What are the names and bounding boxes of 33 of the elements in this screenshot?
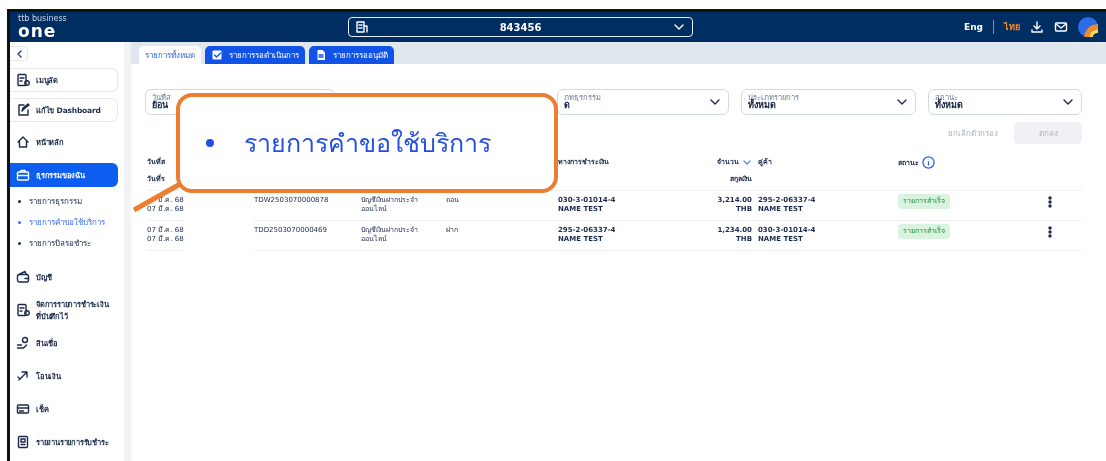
menu-icon bbox=[16, 135, 30, 149]
tab[interactable]: รายการทั้งหมด bbox=[139, 46, 201, 64]
avatar[interactable] bbox=[1078, 17, 1098, 37]
document-icon bbox=[315, 49, 327, 61]
tab[interactable]: รายการรอดำเนินการ bbox=[205, 46, 305, 64]
menu-icon bbox=[16, 73, 30, 87]
callout-text: รายการคำขอใช้บริการ bbox=[244, 128, 491, 160]
download-icon bbox=[1030, 20, 1044, 34]
menu-icon bbox=[16, 336, 30, 350]
mail-icon bbox=[1054, 20, 1068, 34]
account-dropdown[interactable]: 843456 bbox=[348, 17, 693, 37]
language-option[interactable]: ไทย bbox=[1004, 20, 1020, 34]
tab[interactable]: รายการรออนุมัติ bbox=[309, 46, 394, 64]
document-icon bbox=[211, 49, 223, 61]
language-option[interactable]: Eng bbox=[964, 22, 983, 32]
logo[interactable]: one bbox=[18, 22, 348, 40]
more-options-icon[interactable] bbox=[1048, 196, 1052, 208]
more-options-icon[interactable] bbox=[1048, 226, 1052, 238]
collapse-button[interactable] bbox=[10, 46, 28, 61]
menu-icon bbox=[16, 369, 30, 383]
submenu-item[interactable]: รายการบิลรอชำระ bbox=[10, 233, 118, 254]
menu-icon bbox=[16, 168, 30, 182]
menu-icon bbox=[16, 402, 30, 416]
menu-icon bbox=[16, 270, 30, 284]
info-icon[interactable] bbox=[922, 156, 935, 169]
building-icon bbox=[355, 20, 369, 34]
submenu-item[interactable]: รายการคำขอใช้บริการ bbox=[10, 212, 118, 233]
menu-icon bbox=[16, 435, 30, 449]
menu-icon bbox=[16, 303, 30, 317]
bullet-icon bbox=[206, 139, 214, 147]
logo-subtitle: ttb business bbox=[18, 14, 68, 23]
menu-icon bbox=[16, 103, 30, 117]
submenu-item[interactable]: รายการธุรกรรม bbox=[10, 191, 118, 212]
